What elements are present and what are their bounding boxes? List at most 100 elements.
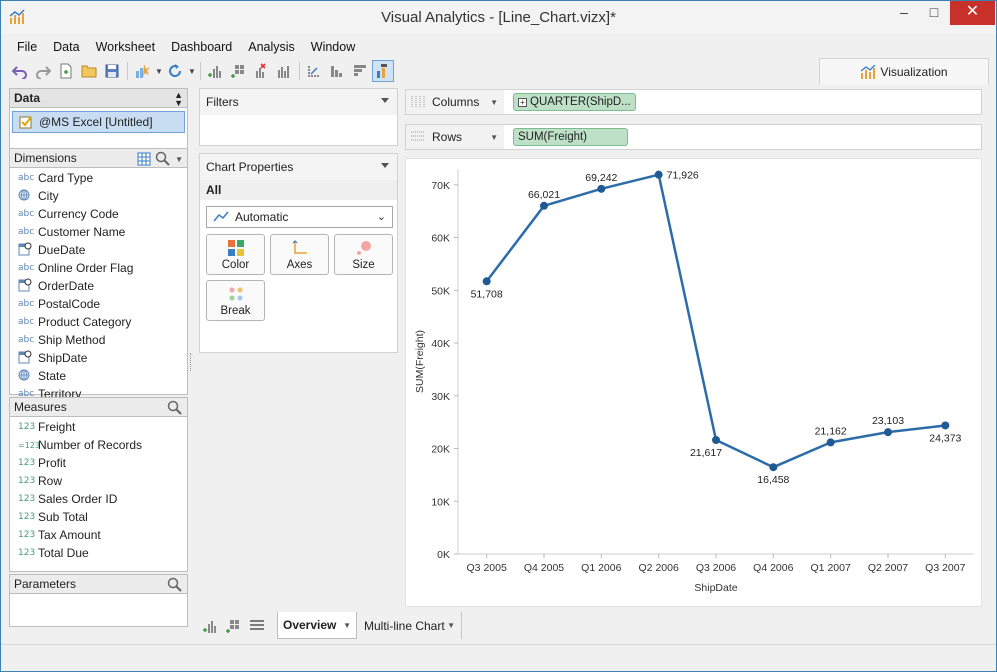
chevron-down-icon[interactable]: [381, 163, 389, 168]
chevron-down-icon[interactable]: ▼: [490, 133, 498, 142]
measure-item[interactable]: 123 Freight: [10, 418, 187, 436]
number-type-icon: 123: [18, 422, 36, 432]
rows-shelf[interactable]: Rows ▼ SUM(Freight): [405, 124, 982, 150]
measure-item[interactable]: 123 Sub Total: [10, 508, 187, 526]
chevron-down-icon[interactable]: ▼: [175, 155, 183, 164]
rows-pill[interactable]: SUM(Freight): [513, 128, 628, 146]
maximize-button[interactable]: □: [919, 1, 949, 25]
filters-panel[interactable]: Filters: [199, 88, 398, 146]
break-button[interactable]: Break: [206, 280, 265, 321]
dimension-item[interactable]: City: [10, 187, 187, 205]
sort-ascending-icon[interactable]: [326, 60, 348, 82]
mark-type-select[interactable]: Automatic ⌄: [206, 206, 393, 228]
tab-multi-line-chart[interactable]: Multi-line Chart ▼: [360, 612, 462, 639]
menu-worksheet[interactable]: Worksheet: [88, 37, 164, 57]
menu-data[interactable]: Data: [45, 37, 87, 57]
dimension-item[interactable]: abc Ship Method: [10, 331, 187, 349]
dimensions-title: Dimensions: [14, 151, 77, 165]
dimension-item[interactable]: abc Customer Name: [10, 223, 187, 241]
tab-multi-line-chart-label: Multi-line Chart: [364, 618, 445, 633]
redo-icon[interactable]: [32, 60, 54, 82]
dimension-item[interactable]: abc Card Type: [10, 169, 187, 187]
data-label: 24,373: [929, 432, 961, 444]
measure-item[interactable]: 123 Profit: [10, 454, 187, 472]
dimension-item[interactable]: OrderDate: [10, 277, 187, 295]
number-type-icon: 123: [18, 530, 36, 540]
pane-splitter[interactable]: [190, 353, 192, 371]
sort-descending-icon[interactable]: [349, 60, 371, 82]
measure-item[interactable]: 123 Tax Amount: [10, 526, 187, 544]
measure-item[interactable]: 123 Total Due: [10, 544, 187, 562]
chevron-down-icon[interactable]: ▼: [447, 621, 455, 630]
calendar-icon: [18, 350, 38, 367]
dimension-item[interactable]: DueDate: [10, 241, 187, 259]
duplicate-sheet-icon[interactable]: [273, 60, 295, 82]
axes-button[interactable]: Axes: [270, 234, 329, 275]
data-source-item[interactable]: @MS Excel [Untitled]: [12, 111, 185, 133]
menu-file[interactable]: File: [9, 37, 45, 57]
dimension-item[interactable]: State: [10, 367, 187, 385]
chevron-down-icon[interactable]: ▼: [490, 98, 498, 107]
chevron-down-icon[interactable]: ▼: [343, 621, 351, 630]
rows-shelf-label: Rows: [432, 130, 463, 144]
new-file-icon[interactable]: [55, 60, 77, 82]
open-folder-icon[interactable]: [78, 60, 100, 82]
search-icon[interactable]: [167, 400, 183, 416]
measure-label: Sub Total: [38, 510, 88, 524]
size-button[interactable]: Size: [334, 234, 393, 275]
number-type-icon: 123: [18, 512, 36, 522]
sort-toggle-icon[interactable]: ▲ ▼: [174, 91, 183, 108]
search-icon[interactable]: [155, 151, 171, 167]
y-tick-label: 30K: [431, 391, 450, 403]
dimension-item[interactable]: abc Currency Code: [10, 205, 187, 223]
new-dashboard-icon[interactable]: [227, 60, 249, 82]
refresh-icon[interactable]: [164, 60, 186, 82]
dimension-item[interactable]: ShipDate: [10, 349, 187, 367]
chart-area[interactable]: 0K 10K 20K 30K 40K 50K 60K 70K Q3 2005 Q4 2005 Q1 …: [405, 158, 982, 607]
swap-axes-icon[interactable]: [303, 60, 325, 82]
new-worksheet-icon[interactable]: [202, 618, 218, 634]
menu-bar: File Data Worksheet Dashboard Analysis W…: [9, 37, 363, 57]
data-point: [769, 463, 778, 472]
minimize-button[interactable]: –: [889, 1, 919, 25]
menu-window[interactable]: Window: [303, 37, 363, 57]
table-view-icon[interactable]: [137, 152, 151, 166]
x-tick-label: Q2 2006: [639, 562, 679, 574]
color-button[interactable]: Color: [206, 234, 265, 275]
close-button[interactable]: ✕: [950, 1, 995, 25]
x-tick-label: Q3 2007: [925, 562, 965, 574]
measure-item[interactable]: 123 Sales Order ID: [10, 490, 187, 508]
columns-shelf[interactable]: Columns ▼ + QUARTER(ShipD...: [405, 89, 982, 115]
dimension-item[interactable]: abc PostalCode: [10, 295, 187, 313]
chevron-down-icon[interactable]: ▼: [154, 67, 164, 76]
clear-sheet-icon[interactable]: [250, 60, 272, 82]
data-point: [482, 277, 491, 286]
new-dashboard-icon[interactable]: [225, 618, 241, 634]
x-tick-label: Q3 2005: [467, 562, 507, 574]
visualization-tab[interactable]: Visualization: [819, 58, 989, 85]
measure-item[interactable]: =123 Number of Records: [10, 436, 187, 454]
new-worksheet-icon[interactable]: [204, 60, 226, 82]
data-pane-header: Data ▲ ▼: [9, 88, 188, 108]
tab-overview[interactable]: Overview ▼: [277, 612, 357, 639]
dimension-item[interactable]: abc Product Category: [10, 313, 187, 331]
y-tick-label: 70K: [431, 180, 450, 192]
data-point: [941, 421, 950, 430]
dimension-item[interactable]: abc Online Order Flag: [10, 259, 187, 277]
save-icon[interactable]: [101, 60, 123, 82]
auto-layout-icon[interactable]: [131, 60, 153, 82]
search-icon[interactable]: [167, 577, 183, 593]
parameters-header: Parameters: [9, 574, 188, 594]
chevron-down-icon[interactable]: ▼: [187, 67, 197, 76]
show-labels-icon[interactable]: [372, 60, 394, 82]
data-point: [540, 201, 548, 210]
chevron-down-icon[interactable]: [381, 98, 389, 103]
menu-analysis[interactable]: Analysis: [240, 37, 303, 57]
columns-pill[interactable]: + QUARTER(ShipD...: [513, 93, 636, 111]
undo-icon[interactable]: [9, 60, 31, 82]
sheet-list-icon[interactable]: [249, 619, 265, 633]
data-label: 69,242: [585, 172, 617, 184]
menu-dashboard[interactable]: Dashboard: [163, 37, 240, 57]
measure-item[interactable]: 123 Row: [10, 472, 187, 490]
expand-icon[interactable]: +: [518, 97, 527, 107]
